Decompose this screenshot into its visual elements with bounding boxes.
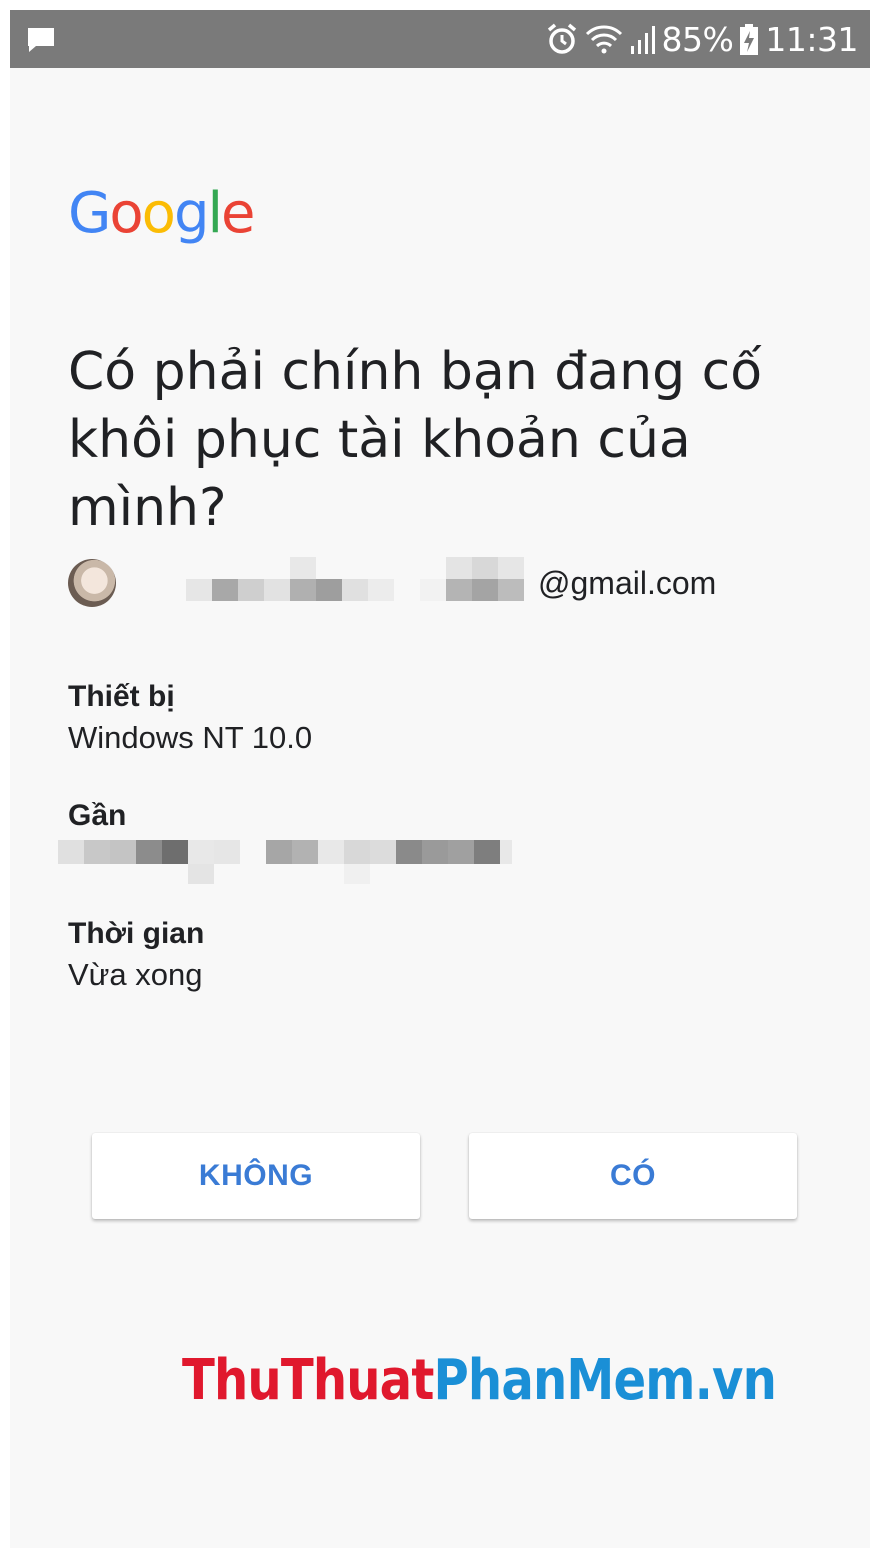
yes-button[interactable]: CÓ xyxy=(469,1133,797,1219)
no-button[interactable]: KHÔNG xyxy=(92,1133,420,1219)
watermark-part1: ThuThuat xyxy=(182,1348,434,1413)
logo-letter-g: G xyxy=(68,181,111,246)
watermark-part2: PhanMem.vn xyxy=(433,1348,777,1413)
redacted-email xyxy=(156,557,536,609)
logo-letter-e: e xyxy=(221,181,255,246)
page-title: Có phải chính bạn đang cố khôi phục tài … xyxy=(68,342,763,538)
logo-letter-o2: o xyxy=(141,181,176,246)
google-logo: Google xyxy=(68,186,256,242)
message-icon xyxy=(28,28,54,52)
status-bar: 85% 11:31 xyxy=(10,10,870,68)
avatar xyxy=(68,559,116,607)
battery-charging-icon xyxy=(739,22,759,56)
wifi-icon xyxy=(584,22,624,56)
logo-letter-o1: o xyxy=(109,181,143,246)
alarm-icon xyxy=(546,22,578,56)
status-indicators: 85% 11:31 xyxy=(546,10,858,68)
clock-time: 11:31 xyxy=(765,19,858,59)
time-label: Thời gian xyxy=(68,917,205,950)
logo-letter-g2: g xyxy=(173,181,210,246)
screen: 85% 11:31 Google Có phải chính bạn đang … xyxy=(10,10,870,1548)
location-label: Gần xyxy=(68,799,127,832)
device-label: Thiết bị xyxy=(68,680,175,713)
watermark: ThuThuatPhanMem.vn xyxy=(182,1348,777,1413)
battery-percent: 85% xyxy=(661,19,734,59)
logo-letter-l: l xyxy=(207,181,223,246)
account-row: @gmail.com xyxy=(68,557,717,609)
email-domain: @gmail.com xyxy=(538,564,717,601)
device-value: Windows NT 10.0 xyxy=(68,720,313,755)
redacted-location xyxy=(58,838,528,884)
time-value: Vừa xong xyxy=(68,957,203,992)
signal-icon xyxy=(630,22,656,56)
